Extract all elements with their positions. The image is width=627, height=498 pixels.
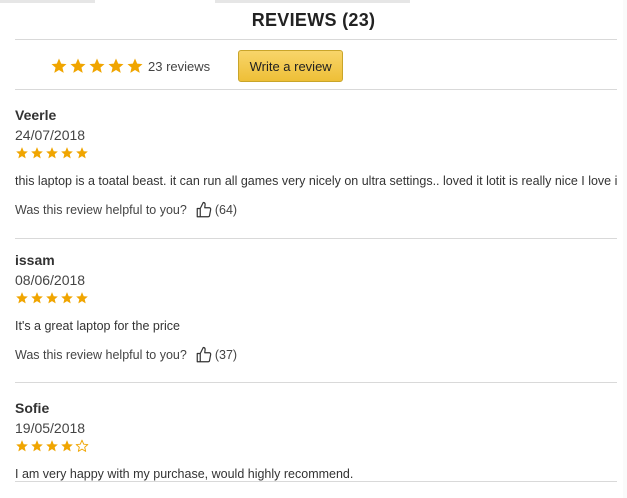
star-icon <box>89 58 105 73</box>
review-text: I am very happy with my purchase, would … <box>15 467 354 481</box>
thumbs-up-icon[interactable] <box>195 346 213 364</box>
review-divider <box>15 238 617 239</box>
review-count: 23 reviews <box>148 58 211 74</box>
review-item: issam 08/06/2018 It's a great laptop for… <box>15 252 617 364</box>
star-icon <box>31 440 43 452</box>
top-edge-fragment <box>0 0 95 3</box>
star-icon <box>61 440 73 452</box>
review-stars <box>15 439 617 455</box>
review-date: 19/05/2018 <box>15 420 86 436</box>
review-divider <box>15 481 617 482</box>
review-text: It's a great laptop for the price <box>15 319 180 333</box>
top-edge-fragment <box>215 0 410 3</box>
star-icon <box>31 292 43 304</box>
reviewer-name: Veerle <box>15 107 57 123</box>
review-stars <box>15 291 617 307</box>
review-item: Sofie 19/05/2018 I am very happy with my… <box>15 400 617 481</box>
star-icon <box>16 440 28 452</box>
helpful-row: Was this review helpful to you? (64) <box>15 201 617 219</box>
star-icon <box>31 147 43 159</box>
write-review-button[interactable]: Write a review <box>238 50 344 82</box>
star-icon <box>108 58 124 73</box>
star-icon <box>46 292 58 304</box>
page-title: REVIEWS (23) <box>251 10 376 30</box>
reviews-page: REVIEWS (23) 23 reviews Write a review V… <box>0 0 627 498</box>
scroll-edge <box>623 0 627 498</box>
star-icon <box>46 147 58 159</box>
star-icon <box>16 147 28 159</box>
summary-stars <box>50 57 144 75</box>
star-icon <box>61 292 73 304</box>
helpful-row: Was this review helpful to you? (37) <box>15 346 617 364</box>
helpful-count: (37) <box>214 348 238 362</box>
helpful-count: (64) <box>214 203 238 217</box>
star-icon <box>61 147 73 159</box>
review-stars <box>15 146 617 162</box>
star-icon <box>70 58 86 73</box>
review-text: this laptop is a toatal beast. it can ru… <box>15 174 617 188</box>
review-date: 08/06/2018 <box>15 272 86 288</box>
star-icon <box>76 147 88 159</box>
helpful-question: Was this review helpful to you? <box>15 203 187 217</box>
star-icon <box>127 58 143 73</box>
review-item: Veerle 24/07/2018 this laptop is a toata… <box>15 107 617 219</box>
star-icon <box>76 292 88 304</box>
reviewer-name: Sofie <box>15 400 50 416</box>
title-divider <box>15 39 617 40</box>
review-divider <box>15 382 617 383</box>
reviewer-name: issam <box>15 252 55 268</box>
star-icon <box>51 58 67 73</box>
summary-divider <box>15 89 617 90</box>
review-date: 24/07/2018 <box>15 127 86 143</box>
rating-summary: 23 reviews Write a review <box>50 50 344 82</box>
star-icon <box>46 440 58 452</box>
helpful-question: Was this review helpful to you? <box>15 348 187 362</box>
star-outline-icon <box>75 439 89 452</box>
star-icon <box>16 292 28 304</box>
thumbs-up-icon[interactable] <box>195 201 213 219</box>
